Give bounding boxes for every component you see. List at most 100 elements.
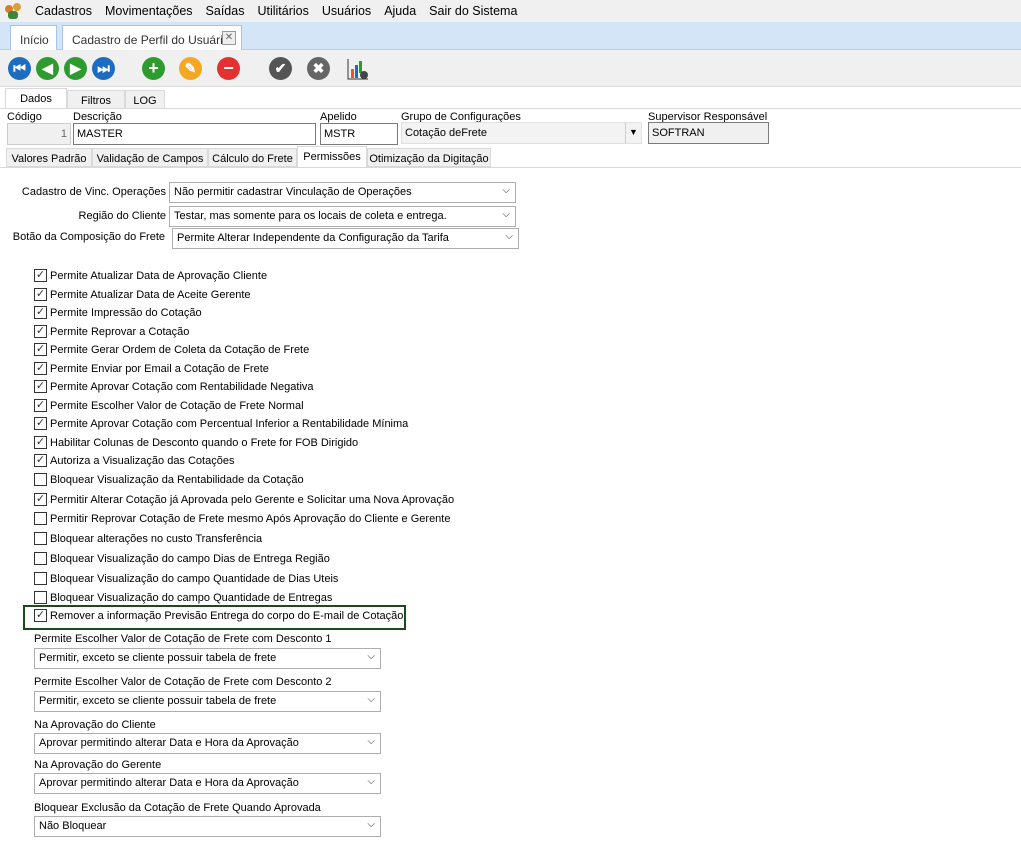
permission-checkbox[interactable]: ✓ Permite Gerar Ordem de Coleta da Cotaçã… (34, 343, 309, 356)
descricao-label: Descrição (73, 111, 122, 123)
menu-saidas[interactable]: Saídas (206, 4, 245, 18)
composicao-frete-value: Permite Alterar Independente da Configur… (177, 232, 449, 244)
checkbox-label: Permitir Alterar Cotação já Aprovada pel… (50, 493, 455, 506)
checkbox-unchecked-icon[interactable] (34, 473, 47, 486)
chevron-down-icon: ⌵ (502, 209, 510, 220)
previous-record-icon[interactable]: ◀ (36, 57, 59, 80)
report-settings-icon[interactable] (346, 57, 369, 80)
menu-sair[interactable]: Sair do Sistema (429, 4, 517, 18)
cancel-icon[interactable]: ✖ (307, 57, 330, 80)
checkbox-label: Permite Impressão do Cotação (50, 306, 202, 319)
checkbox-label: Autoriza a Visualização das Cotações (50, 454, 235, 467)
subtab-valores-padrao[interactable]: Valores Padrão (6, 148, 92, 167)
checkbox-checked-icon[interactable]: ✓ (34, 325, 47, 338)
checkbox-checked-icon[interactable]: ✓ (34, 493, 47, 506)
tab-log[interactable]: LOG (125, 90, 165, 109)
vinc-operacoes-select[interactable]: Não permitir cadastrar Vinculação de Ope… (169, 182, 516, 203)
checkbox-checked-icon[interactable]: ✓ (34, 306, 47, 319)
menu-utilitarios[interactable]: Utilitários (257, 4, 308, 18)
apelido-field[interactable]: MSTR (320, 123, 398, 145)
checkbox-checked-icon[interactable]: ✓ (34, 454, 47, 467)
vinc-operacoes-label: Cadastro de Vinc. Operações (21, 186, 166, 198)
menu-cadastros[interactable]: Cadastros (35, 4, 92, 18)
permission-checkbox[interactable]: ✓ Permite Enviar por Email a Cotação de F… (34, 362, 269, 375)
permission-checkbox[interactable]: ✓ Permite Atualizar Data de Aprovação Cli… (34, 269, 267, 282)
subtab-permissoes[interactable]: Permissões (297, 146, 367, 167)
first-record-icon[interactable]: ⏮ (8, 57, 31, 80)
confirm-icon[interactable]: ✔ (269, 57, 292, 80)
field-label: Na Aprovação do Gerente (34, 759, 162, 771)
tab-inicio[interactable]: Início (10, 25, 57, 50)
menu-ajuda[interactable]: Ajuda (384, 4, 416, 18)
permission-checkbox[interactable]: ✓ Permite Aprovar Cotação com Percentual … (34, 417, 408, 430)
checkbox-unchecked-icon[interactable] (34, 591, 47, 604)
descricao-field[interactable]: MASTER (73, 123, 316, 145)
permission-checkbox[interactable]: ✓ Permite Impressão do Cotação (34, 306, 202, 319)
regiao-cliente-select[interactable]: Testar, mas somente para os locais de co… (169, 206, 516, 227)
edit-icon[interactable]: ✎ (179, 57, 202, 80)
checkbox-unchecked-icon[interactable] (34, 572, 47, 585)
checkbox-label: Bloquear Visualização do campo Quantidad… (50, 591, 333, 604)
permission-checkbox[interactable]: ✓ Habilitar Colunas de Desconto quando o … (34, 436, 358, 449)
checkbox-checked-icon[interactable]: ✓ (34, 288, 47, 301)
permission-checkbox[interactable]: ✓ Permite Reprovar a Cotação (34, 325, 189, 338)
codigo-field[interactable]: 1 (7, 123, 71, 145)
checkbox-checked-icon[interactable]: ✓ (34, 269, 47, 282)
tab-dados[interactable]: Dados (5, 88, 67, 109)
checkbox-unchecked-icon[interactable] (34, 532, 47, 545)
checkbox-label: Permite Enviar por Email a Cotação de Fr… (50, 362, 269, 375)
option-select[interactable]: Aprovar permitindo alterar Data e Hora d… (34, 733, 381, 754)
chevron-down-icon: ⌵ (502, 185, 510, 196)
checkbox-unchecked-icon[interactable] (34, 512, 47, 525)
menu-usuarios[interactable]: Usuários (322, 4, 371, 18)
checkbox-checked-icon[interactable]: ✓ (34, 380, 47, 393)
menu-movimentacoes[interactable]: Movimentações (105, 4, 193, 18)
chevron-down-icon: ⌵ (367, 736, 375, 747)
permission-checkbox[interactable]: Bloquear Visualização do campo Dias de E… (34, 552, 330, 565)
option-select[interactable]: Permitir, exceto se cliente possuir tabe… (34, 691, 381, 712)
last-record-icon[interactable]: ⏭ (92, 57, 115, 80)
subtab-otimizacao-digitacao[interactable]: Otimização da Digitação (367, 148, 491, 167)
menu-bar: Cadastros Movimentações Saídas Utilitári… (0, 0, 1021, 22)
option-select[interactable]: Não Bloquear ⌵ (34, 816, 381, 837)
permission-checkbox[interactable]: ✓ Permite Aprovar Cotação com Rentabilida… (34, 380, 314, 393)
grupo-value: Cotação deFrete (405, 127, 487, 139)
composicao-frete-label: Botão da Composição do Frete (12, 231, 165, 243)
checkbox-label: Permite Atualizar Data de Aprovação Clie… (50, 269, 268, 282)
permission-checkbox[interactable]: ✓ Permite Atualizar Data de Aceite Gerent… (34, 288, 251, 301)
subtab-validacao-campos[interactable]: Validação de Campos (92, 148, 208, 167)
permission-checkbox[interactable]: Bloquear Visualização do campo Quantidad… (34, 572, 338, 585)
checkbox-checked-icon[interactable]: ✓ (34, 436, 47, 449)
tab-filtros[interactable]: Filtros (67, 90, 125, 109)
permission-checkbox[interactable]: Bloquear alterações no custo Transferênc… (34, 532, 262, 545)
add-icon[interactable]: + (142, 57, 165, 80)
field-label: Permite Escolher Valor de Cotação de Fre… (34, 676, 332, 688)
permission-checkbox[interactable]: ✓ Permite Escolher Valor de Cotação de Fr… (34, 399, 304, 412)
tab-cadastro-perfil[interactable]: Cadastro de Perfil do Usuário ✕ (62, 25, 242, 50)
chevron-down-icon: ⌵ (367, 776, 375, 787)
subtab-calculo-frete[interactable]: Cálculo do Frete (208, 148, 297, 167)
dropdown-arrow-icon[interactable]: ▼ (625, 123, 641, 143)
option-select[interactable]: Aprovar permitindo alterar Data e Hora d… (34, 773, 381, 794)
permission-checkbox[interactable]: ✓ Permitir Alterar Cotação já Aprovada pe… (34, 493, 454, 506)
checkbox-label: Permite Gerar Ordem de Coleta da Cotação… (50, 343, 310, 356)
checkbox-checked-icon[interactable]: ✓ (34, 417, 47, 430)
grupo-select[interactable]: Cotação deFrete ▼ (401, 122, 642, 144)
permission-checkbox[interactable]: Permitir Reprovar Cotação de Frete mesmo… (34, 512, 450, 525)
checkbox-checked-icon[interactable]: ✓ (34, 343, 47, 356)
option-select[interactable]: Permitir, exceto se cliente possuir tabe… (34, 648, 381, 669)
permission-checkbox[interactable]: Bloquear Visualização da Rentabilidade d… (34, 473, 304, 486)
field-label: Permite Escolher Valor de Cotação de Fre… (34, 633, 332, 645)
close-icon[interactable]: ✕ (222, 31, 236, 45)
checkbox-checked-icon[interactable]: ✓ (34, 362, 47, 375)
next-record-icon[interactable]: ▶ (64, 57, 87, 80)
permission-checkbox[interactable]: ✓ Autoriza a Visualização das Cotações (34, 454, 234, 467)
composicao-frete-select[interactable]: Permite Alterar Independente da Configur… (172, 228, 519, 249)
permission-checkbox[interactable]: Bloquear Visualização do campo Quantidad… (34, 591, 332, 604)
delete-icon[interactable]: − (217, 57, 240, 80)
checkbox-checked-icon[interactable]: ✓ (34, 399, 47, 412)
vinc-operacoes-value: Não permitir cadastrar Vinculação de Ope… (174, 186, 412, 198)
supervisor-field[interactable]: SOFTRAN (648, 122, 769, 144)
codigo-label: Código (7, 111, 42, 123)
checkbox-unchecked-icon[interactable] (34, 552, 47, 565)
